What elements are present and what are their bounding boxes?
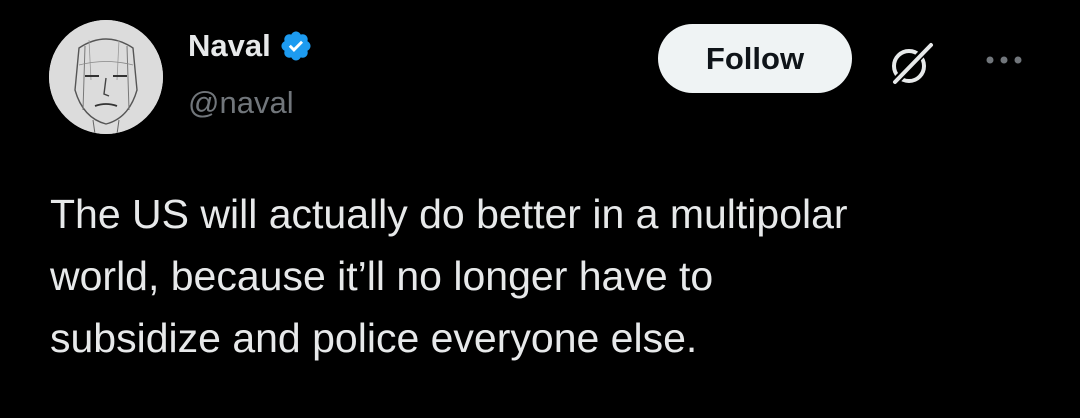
author-name-row: Naval	[188, 28, 313, 64]
more-options-icon[interactable]	[980, 50, 1028, 70]
verified-badge-icon	[279, 29, 313, 63]
follow-button[interactable]: Follow	[658, 24, 852, 93]
tweet-text: The US will actually do better in a mult…	[50, 191, 848, 361]
author-display-name[interactable]: Naval	[188, 28, 271, 64]
avatar-sketch-icon	[49, 20, 163, 134]
grok-icon[interactable]	[885, 38, 937, 90]
tweet-card: Naval @naval Follow The US will actually…	[0, 0, 1080, 418]
author-handle[interactable]: @naval	[188, 85, 294, 121]
avatar[interactable]	[49, 20, 163, 134]
